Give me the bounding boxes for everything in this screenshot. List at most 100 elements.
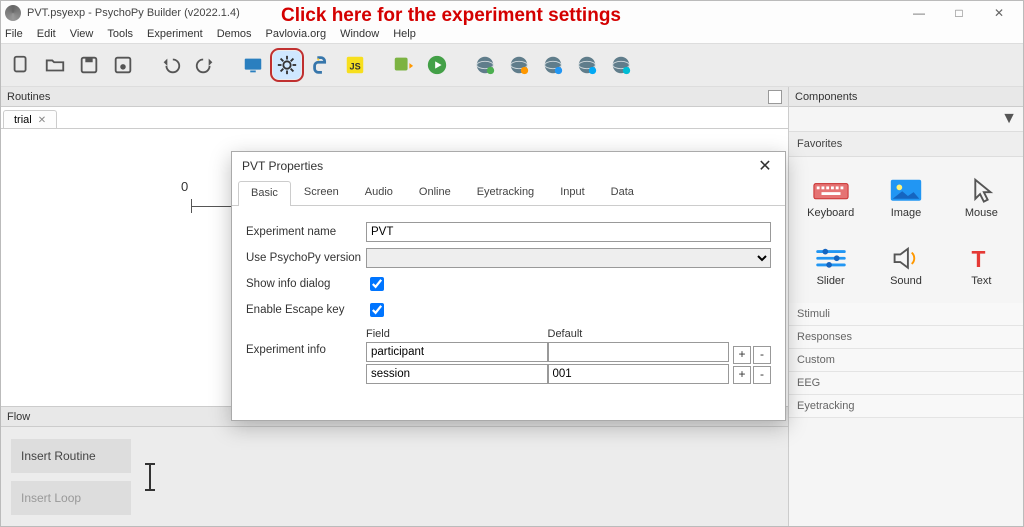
monitor-center-button[interactable] xyxy=(239,51,267,79)
open-file-button[interactable] xyxy=(41,51,69,79)
insert-loop-button[interactable]: Insert Loop xyxy=(11,481,131,515)
menu-experiment[interactable]: Experiment xyxy=(147,28,203,40)
flow-cursor-icon xyxy=(149,463,179,491)
category-responses[interactable]: Responses xyxy=(789,326,1023,349)
globe-sync-button[interactable] xyxy=(471,51,499,79)
menu-demos[interactable]: Demos xyxy=(217,28,252,40)
run-button[interactable] xyxy=(423,51,451,79)
globe-run-button[interactable] xyxy=(539,51,567,79)
tab-screen[interactable]: Screen xyxy=(291,180,352,205)
menu-file[interactable]: File xyxy=(5,28,23,40)
window-title: PVT.psyexp - PsychoPy Builder (v2022.1.4… xyxy=(27,7,240,19)
favorites-section[interactable]: Favorites xyxy=(789,131,1023,157)
remove-info-row-1[interactable]: - xyxy=(753,366,771,384)
component-label: Keyboard xyxy=(807,207,854,219)
mouse-cursor-icon xyxy=(962,173,1000,207)
menu-help[interactable]: Help xyxy=(393,28,416,40)
keyboard-icon xyxy=(812,173,850,207)
sound-icon xyxy=(887,241,925,275)
tab-online[interactable]: Online xyxy=(406,180,464,205)
category-eeg[interactable]: EEG xyxy=(789,372,1023,395)
info-default-0[interactable] xyxy=(548,342,730,362)
tab-input[interactable]: Input xyxy=(547,180,597,205)
slider-icon xyxy=(812,241,850,275)
show-info-label: Show info dialog xyxy=(246,278,366,290)
component-label: Mouse xyxy=(965,207,998,219)
redo-button[interactable] xyxy=(191,51,219,79)
show-info-checkbox[interactable] xyxy=(370,277,384,291)
save-as-button[interactable] xyxy=(109,51,137,79)
tab-data[interactable]: Data xyxy=(598,180,647,205)
globe-user-button[interactable] xyxy=(573,51,601,79)
text-icon: T xyxy=(962,241,1000,275)
globe-info-button[interactable] xyxy=(607,51,635,79)
menu-pavlovia[interactable]: Pavlovia.org xyxy=(266,28,327,40)
component-label: Slider xyxy=(817,275,845,287)
minimize-button[interactable]: — xyxy=(899,2,939,24)
component-text[interactable]: T Text xyxy=(944,231,1019,297)
psy-version-select[interactable] xyxy=(366,248,771,268)
escape-key-label: Enable Escape key xyxy=(246,304,366,316)
routine-tab-trial[interactable]: trial ✕ xyxy=(3,110,57,128)
component-label: Sound xyxy=(890,275,922,287)
routines-label: Routines xyxy=(7,91,50,103)
close-tab-icon[interactable]: ✕ xyxy=(38,115,46,126)
info-field-1[interactable] xyxy=(366,364,548,384)
properties-dialog: PVT Properties ✕ Basic Screen Audio Onli… xyxy=(231,151,786,421)
menu-edit[interactable]: Edit xyxy=(37,28,56,40)
component-slider[interactable]: Slider xyxy=(793,231,868,297)
experiment-settings-button[interactable] xyxy=(273,51,301,79)
components-label: Components xyxy=(795,91,857,103)
component-label: Text xyxy=(971,275,991,287)
escape-key-checkbox[interactable] xyxy=(370,303,384,317)
compile-js-button[interactable]: JS xyxy=(341,51,369,79)
category-custom[interactable]: Custom xyxy=(789,349,1023,372)
dialog-close-button[interactable]: ✕ xyxy=(755,156,775,176)
window-titlebar: PVT.psyexp - PsychoPy Builder (v2022.1.4… xyxy=(1,1,1023,25)
undo-button[interactable] xyxy=(157,51,185,79)
image-icon xyxy=(887,173,925,207)
menu-bar: File Edit View Tools Experiment Demos Pa… xyxy=(1,25,1023,43)
globe-search-button[interactable] xyxy=(505,51,533,79)
field-column-header: Field xyxy=(366,326,548,342)
component-image[interactable]: Image xyxy=(868,163,943,229)
add-info-row-1[interactable]: + xyxy=(733,366,751,384)
components-panel-header: Components xyxy=(789,87,1023,107)
close-window-button[interactable]: ✕ xyxy=(979,2,1019,24)
component-sound[interactable]: Sound xyxy=(868,231,943,297)
routines-dock-icon[interactable] xyxy=(768,90,782,104)
routine-tab-label: trial xyxy=(14,114,32,126)
exp-name-input[interactable] xyxy=(366,222,771,242)
remove-info-row-0[interactable]: - xyxy=(753,346,771,364)
category-eyetracking[interactable]: Eyetracking xyxy=(789,395,1023,418)
tab-basic[interactable]: Basic xyxy=(238,181,291,206)
menu-tools[interactable]: Tools xyxy=(107,28,133,40)
info-field-0[interactable] xyxy=(366,342,548,362)
default-column-header: Default xyxy=(548,326,730,342)
menu-view[interactable]: View xyxy=(70,28,94,40)
svg-text:JS: JS xyxy=(350,62,361,72)
save-button[interactable] xyxy=(75,51,103,79)
tab-audio[interactable]: Audio xyxy=(352,180,406,205)
send-to-runner-button[interactable] xyxy=(389,51,417,79)
info-default-1[interactable] xyxy=(548,364,730,384)
app-logo-icon xyxy=(5,5,21,21)
menu-window[interactable]: Window xyxy=(340,28,379,40)
filter-icon[interactable]: ▼ xyxy=(1001,110,1017,128)
component-mouse[interactable]: Mouse xyxy=(944,163,1019,229)
component-keyboard[interactable]: Keyboard xyxy=(793,163,868,229)
add-info-row-0[interactable]: + xyxy=(733,346,751,364)
compile-python-button[interactable] xyxy=(307,51,335,79)
tab-eyetracking[interactable]: Eyetracking xyxy=(464,180,547,205)
category-stimuli[interactable]: Stimuli xyxy=(789,303,1023,326)
component-label: Image xyxy=(891,207,922,219)
psy-version-label: Use PsychoPy version xyxy=(246,252,366,264)
exp-name-label: Experiment name xyxy=(246,226,366,238)
flow-label: Flow xyxy=(7,411,30,423)
routines-panel-header: Routines xyxy=(1,87,788,107)
insert-routine-button[interactable]: Insert Routine xyxy=(11,439,131,473)
svg-text:T: T xyxy=(972,246,986,272)
maximize-button[interactable]: □ xyxy=(939,2,979,24)
new-file-button[interactable] xyxy=(7,51,35,79)
timeline-zero-label: 0 xyxy=(181,179,188,194)
